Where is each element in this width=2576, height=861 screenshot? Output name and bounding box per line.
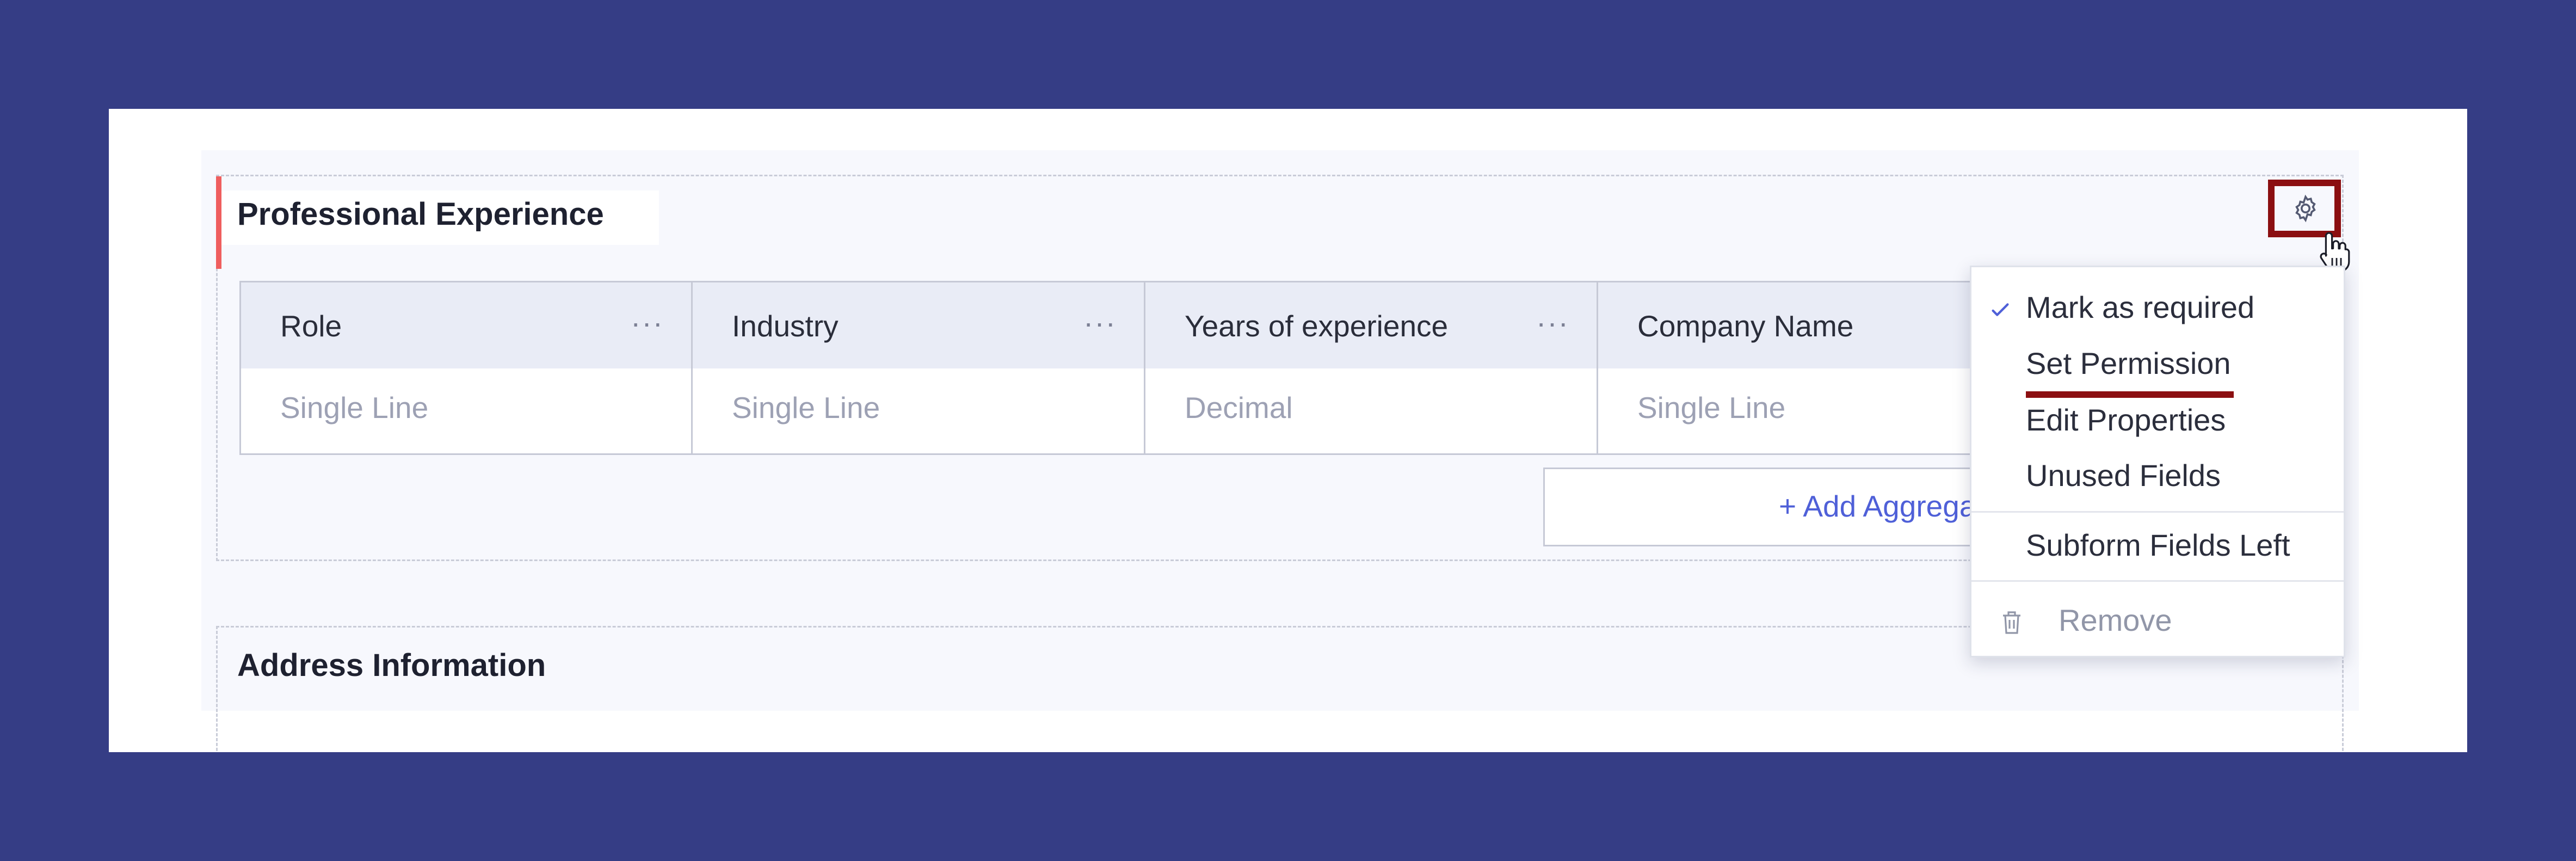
menu-item-set-permission[interactable]: Set Permission xyxy=(1971,337,2344,398)
menu-item-label: Edit Properties xyxy=(2026,403,2226,437)
column-body: Single Line xyxy=(693,368,1144,453)
section-title: Professional Experience xyxy=(237,196,604,232)
column-more-icon[interactable]: ··· xyxy=(1083,305,1117,340)
column-field-type: Single Line xyxy=(1637,391,1786,425)
subform-column-years-of-experience[interactable]: Years of experience ··· Decimal xyxy=(1145,282,1598,453)
menu-item-label: Subform Fields Left xyxy=(2026,528,2290,562)
add-aggregate-label: + Add Aggregate xyxy=(1779,489,2001,523)
menu-item-subform-fields-left[interactable]: Subform Fields Left xyxy=(1971,519,2344,573)
column-more-icon[interactable]: ··· xyxy=(1536,305,1569,340)
column-label: Role xyxy=(280,309,342,343)
column-body: Decimal xyxy=(1145,368,1597,453)
column-header: Role ··· xyxy=(241,282,691,368)
column-body: Single Line xyxy=(241,368,691,453)
menu-item-remove[interactable]: Remove xyxy=(1971,594,2344,648)
column-label: Years of experience xyxy=(1185,309,1449,343)
menu-item-edit-properties[interactable]: Edit Properties xyxy=(1971,393,2344,448)
column-field-type: Single Line xyxy=(280,391,429,425)
column-field-type: Decimal xyxy=(1185,391,1293,425)
menu-item-label: Set Permission xyxy=(2026,346,2231,380)
menu-item-label: Unused Fields xyxy=(2026,458,2221,493)
column-header: Years of experience ··· xyxy=(1145,282,1597,368)
section-title: Address Information xyxy=(237,648,546,683)
menu-item-mark-as-required[interactable]: Mark as required xyxy=(1971,281,2344,335)
menu-item-label: Remove xyxy=(2059,603,2172,637)
section-selected-indicator xyxy=(216,176,221,269)
menu-divider xyxy=(1971,580,2344,582)
trash-icon xyxy=(2003,611,2020,634)
subform-column-industry[interactable]: Industry ··· Single Line xyxy=(693,282,1145,453)
menu-item-unused-fields[interactable]: Unused Fields xyxy=(1971,449,2344,503)
column-label: Industry xyxy=(732,309,839,343)
column-more-icon[interactable]: ··· xyxy=(631,305,664,340)
section-context-menu: Mark as required Set Permission Edit Pro… xyxy=(1970,266,2345,657)
column-label: Company Name xyxy=(1637,309,1854,343)
check-icon xyxy=(1992,303,2009,316)
subform-column-role[interactable]: Role ··· Single Line xyxy=(241,282,693,453)
menu-divider xyxy=(1971,511,2344,513)
subform-table: Role ··· Single Line Industry ··· Single… xyxy=(239,281,2063,455)
gear-icon xyxy=(2295,194,2316,223)
column-field-type: Single Line xyxy=(732,391,880,425)
column-header: Industry ··· xyxy=(693,282,1144,368)
menu-item-label: Mark as required xyxy=(2026,290,2255,324)
